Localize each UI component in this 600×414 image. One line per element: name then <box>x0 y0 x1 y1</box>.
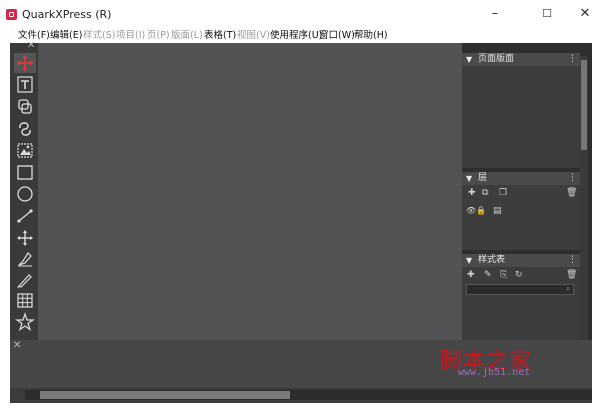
move-tool-icon[interactable] <box>14 53 36 73</box>
style-sheets-panel-body: ✚ ✎ ⎘ ↻ 🗑 <box>462 267 580 340</box>
rectangle-box-tool-icon[interactable] <box>14 163 36 183</box>
freehand-tool-icon[interactable] <box>14 270 36 290</box>
picture-content-tool-icon[interactable] <box>14 97 36 117</box>
oval-box-tool-icon[interactable] <box>14 184 36 204</box>
menu-utilities[interactable]: 使用程序(U) <box>270 29 322 42</box>
menu-layout[interactable]: 版面(L) <box>171 29 203 42</box>
linking-tool-icon[interactable] <box>14 119 36 139</box>
menu-edit[interactable]: 编辑(E) <box>50 29 82 42</box>
collapse-triangle-icon[interactable]: ▼ <box>466 53 472 66</box>
panel-menu-icon[interactable]: ⋮ <box>568 254 577 267</box>
window-title: QuarkXPress (R) <box>22 8 112 21</box>
watermark-url: www.jb51.net <box>458 367 531 378</box>
document-canvas[interactable] <box>38 43 462 340</box>
layers-panel-header[interactable]: ▼ 层 ⋮ <box>462 172 580 185</box>
page-layout-panel-body <box>462 66 580 168</box>
style-sheets-panel-header[interactable]: ▼ 样式表 ⋮ <box>462 254 580 267</box>
minimize-button[interactable]: – <box>480 4 510 24</box>
duplicate-layer-icon[interactable]: ❐ <box>499 187 507 199</box>
layers-panel-body: ✚ ⧉ ❐ 🗑 👁 🔒 ▤ <box>462 185 580 250</box>
style-search-input[interactable] <box>466 284 574 295</box>
tools-close-icon[interactable]: ✕ <box>27 41 35 51</box>
horizontal-scrollbar-thumb[interactable] <box>40 391 290 399</box>
maximize-button[interactable]: ☐ <box>532 4 562 24</box>
close-button[interactable]: ✕ <box>570 4 600 24</box>
layer-row-icon[interactable]: ▤ <box>493 205 502 217</box>
merge-layers-icon[interactable]: ⧉ <box>482 187 488 199</box>
refresh-style-icon[interactable]: ↻ <box>515 269 523 281</box>
panel-menu-icon[interactable]: ⋮ <box>568 172 577 185</box>
app-logo-icon <box>6 9 17 20</box>
bezier-tool-icon[interactable] <box>14 249 36 269</box>
search-icon[interactable]: ⌕ <box>566 284 570 294</box>
panels-scrollbar-thumb[interactable] <box>581 60 587 150</box>
starburst-tool-icon[interactable] <box>14 312 36 332</box>
page-layout-panel-header[interactable]: ▼ 页面版面 ⋮ <box>462 53 580 66</box>
delete-style-icon[interactable]: 🗑 <box>566 269 577 281</box>
lock-icon[interactable]: 🔒 <box>476 205 486 217</box>
pen-tool-icon[interactable] <box>14 228 36 248</box>
collapse-triangle-icon[interactable]: ▼ <box>466 172 472 185</box>
text-content-tool-icon[interactable] <box>14 75 36 95</box>
menu-table[interactable]: 表格(T) <box>204 29 236 42</box>
window-bottom-edge <box>0 403 600 414</box>
duplicate-style-icon[interactable]: ⎘ <box>500 269 507 281</box>
bottom-panel-close-icon[interactable]: ✕ <box>13 341 21 351</box>
panel-menu-icon[interactable]: ⋮ <box>568 53 577 66</box>
visibility-eye-icon[interactable]: 👁 <box>466 205 476 217</box>
delete-layer-icon[interactable]: 🗑 <box>566 187 577 199</box>
collapse-triangle-icon[interactable]: ▼ <box>466 254 472 267</box>
layers-panel-title: 层 <box>478 173 488 183</box>
menu-style[interactable]: 样式(S) <box>83 29 115 42</box>
edit-style-icon[interactable]: ✎ <box>484 269 492 281</box>
menu-page[interactable]: 页(P) <box>147 29 170 42</box>
new-layer-icon[interactable]: ✚ <box>468 187 476 199</box>
new-style-icon[interactable]: ✚ <box>467 269 475 281</box>
style-sheets-panel-title: 样式表 <box>478 255 506 265</box>
menu-view[interactable]: 视图(V) <box>237 29 270 42</box>
line-tool-icon[interactable] <box>14 206 36 226</box>
menu-window[interactable]: 窗口(W) <box>319 29 355 42</box>
menu-item[interactable]: 项目(I) <box>116 29 145 42</box>
page-layout-panel-title: 页面版面 <box>478 54 515 64</box>
picture-box-tool-icon[interactable] <box>14 141 36 161</box>
table-tool-icon[interactable] <box>14 291 36 311</box>
menu-bar: 文件(F) 编辑(E) 样式(S) 项目(I) 页(P) 版面(L) 表格(T)… <box>0 28 600 43</box>
menu-help[interactable]: 帮助(H) <box>354 29 388 42</box>
